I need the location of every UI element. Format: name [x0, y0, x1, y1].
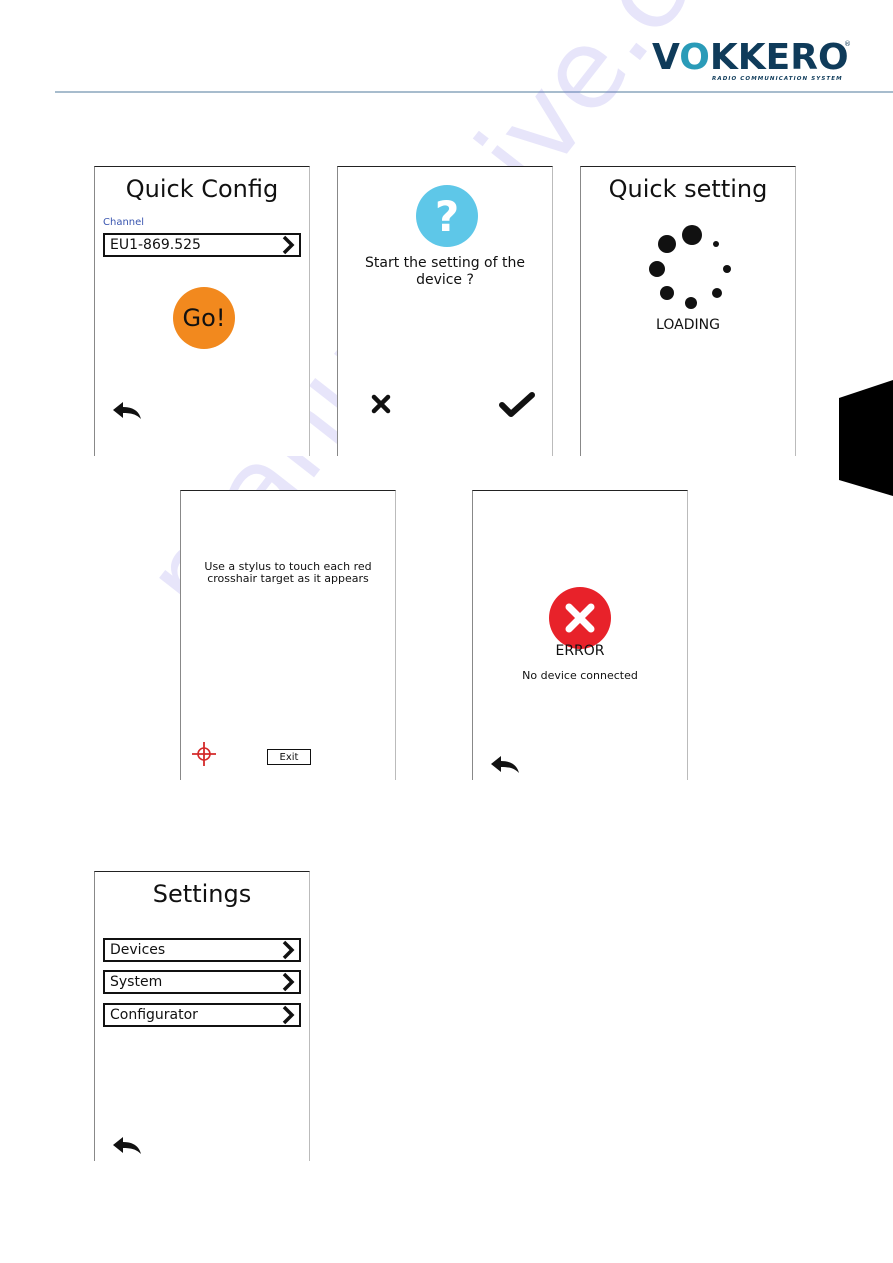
cross-icon[interactable] [370, 393, 392, 415]
back-arrow-icon[interactable] [489, 753, 521, 775]
logo-tagline: RADIO COMMUNICATION SYSTEM [712, 76, 843, 82]
screen-title: Settings [152, 880, 252, 908]
screen-settings: Settings Devices System Configurator [94, 871, 310, 1161]
chapter-side-tab [839, 380, 893, 496]
spinner-dot [682, 225, 702, 245]
settings-item-configurator[interactable]: Configurator [103, 1003, 301, 1027]
instruction-line2: crosshair target as it appears [207, 572, 369, 585]
logo-letter-v: V [652, 37, 680, 78]
go-label: Go! [182, 304, 226, 332]
vokkero-logo: VOKKERO ® RADIO COMMUNICATION SYSTEM [652, 38, 852, 86]
screen-quick-config: Quick Config Channel EU1-869.525 Go! [94, 166, 310, 456]
screen-quick-setting: Quick setting LOADING [580, 166, 796, 456]
spinner-dot [685, 297, 697, 309]
confirm-message-line1: Start the setting of the [365, 255, 525, 271]
exit-button[interactable]: Exit [267, 749, 311, 765]
checkmark-icon[interactable] [498, 391, 536, 419]
loading-spinner-icon [649, 225, 731, 309]
settings-item-label: Devices [110, 942, 166, 958]
spinner-dot [658, 235, 676, 253]
screen-title: Quick Config [125, 175, 279, 203]
settings-item-label: Configurator [110, 1007, 198, 1023]
registered-mark: ® [844, 40, 851, 48]
crosshair-icon[interactable] [191, 741, 217, 767]
error-x-glyph [565, 603, 595, 633]
chevron-right-icon [282, 235, 295, 255]
error-title: ERROR [555, 643, 605, 659]
question-glyph: ? [434, 191, 460, 241]
screen-confirm: ? Start the setting of the device ? [337, 166, 553, 456]
channel-value: EU1-869.525 [110, 237, 201, 253]
screen-error: ERROR No device connected [472, 490, 688, 780]
settings-item-label: System [110, 974, 163, 990]
channel-selector[interactable]: EU1-869.525 [103, 233, 301, 257]
screen-title: Quick setting [608, 175, 768, 203]
error-x-icon [549, 587, 611, 649]
spinner-dot [712, 288, 722, 298]
logo-wordmark: VOKKERO [652, 38, 849, 78]
chevron-right-icon [282, 940, 295, 960]
header-rule [55, 91, 893, 93]
confirm-message: Start the setting of the device ? [338, 255, 552, 289]
question-icon: ? [416, 185, 478, 247]
logo-speech-bubble-o: O [679, 37, 710, 78]
channel-label: Channel [103, 217, 145, 228]
confirm-message-line2: device ? [416, 272, 474, 288]
exit-label: Exit [279, 751, 299, 763]
go-button[interactable]: Go! [173, 287, 235, 349]
back-arrow-icon[interactable] [111, 1134, 143, 1156]
spinner-dot [660, 286, 674, 300]
chevron-right-icon [282, 972, 295, 992]
loading-status: LOADING [656, 317, 720, 333]
spinner-dot [649, 261, 665, 277]
error-message: No device connected [522, 669, 638, 682]
chevron-right-icon [282, 1005, 295, 1025]
settings-item-system[interactable]: System [103, 970, 301, 994]
settings-item-devices[interactable]: Devices [103, 938, 301, 962]
logo-letters-kkero: KKERO [709, 37, 849, 78]
screen-calibration: Use a stylus to touch each red crosshair… [180, 490, 396, 780]
spinner-dot [723, 265, 731, 273]
calibration-instructions: Use a stylus to touch each red crosshair… [181, 561, 395, 585]
spinner-dot [713, 241, 719, 247]
back-arrow-icon[interactable] [111, 399, 143, 421]
